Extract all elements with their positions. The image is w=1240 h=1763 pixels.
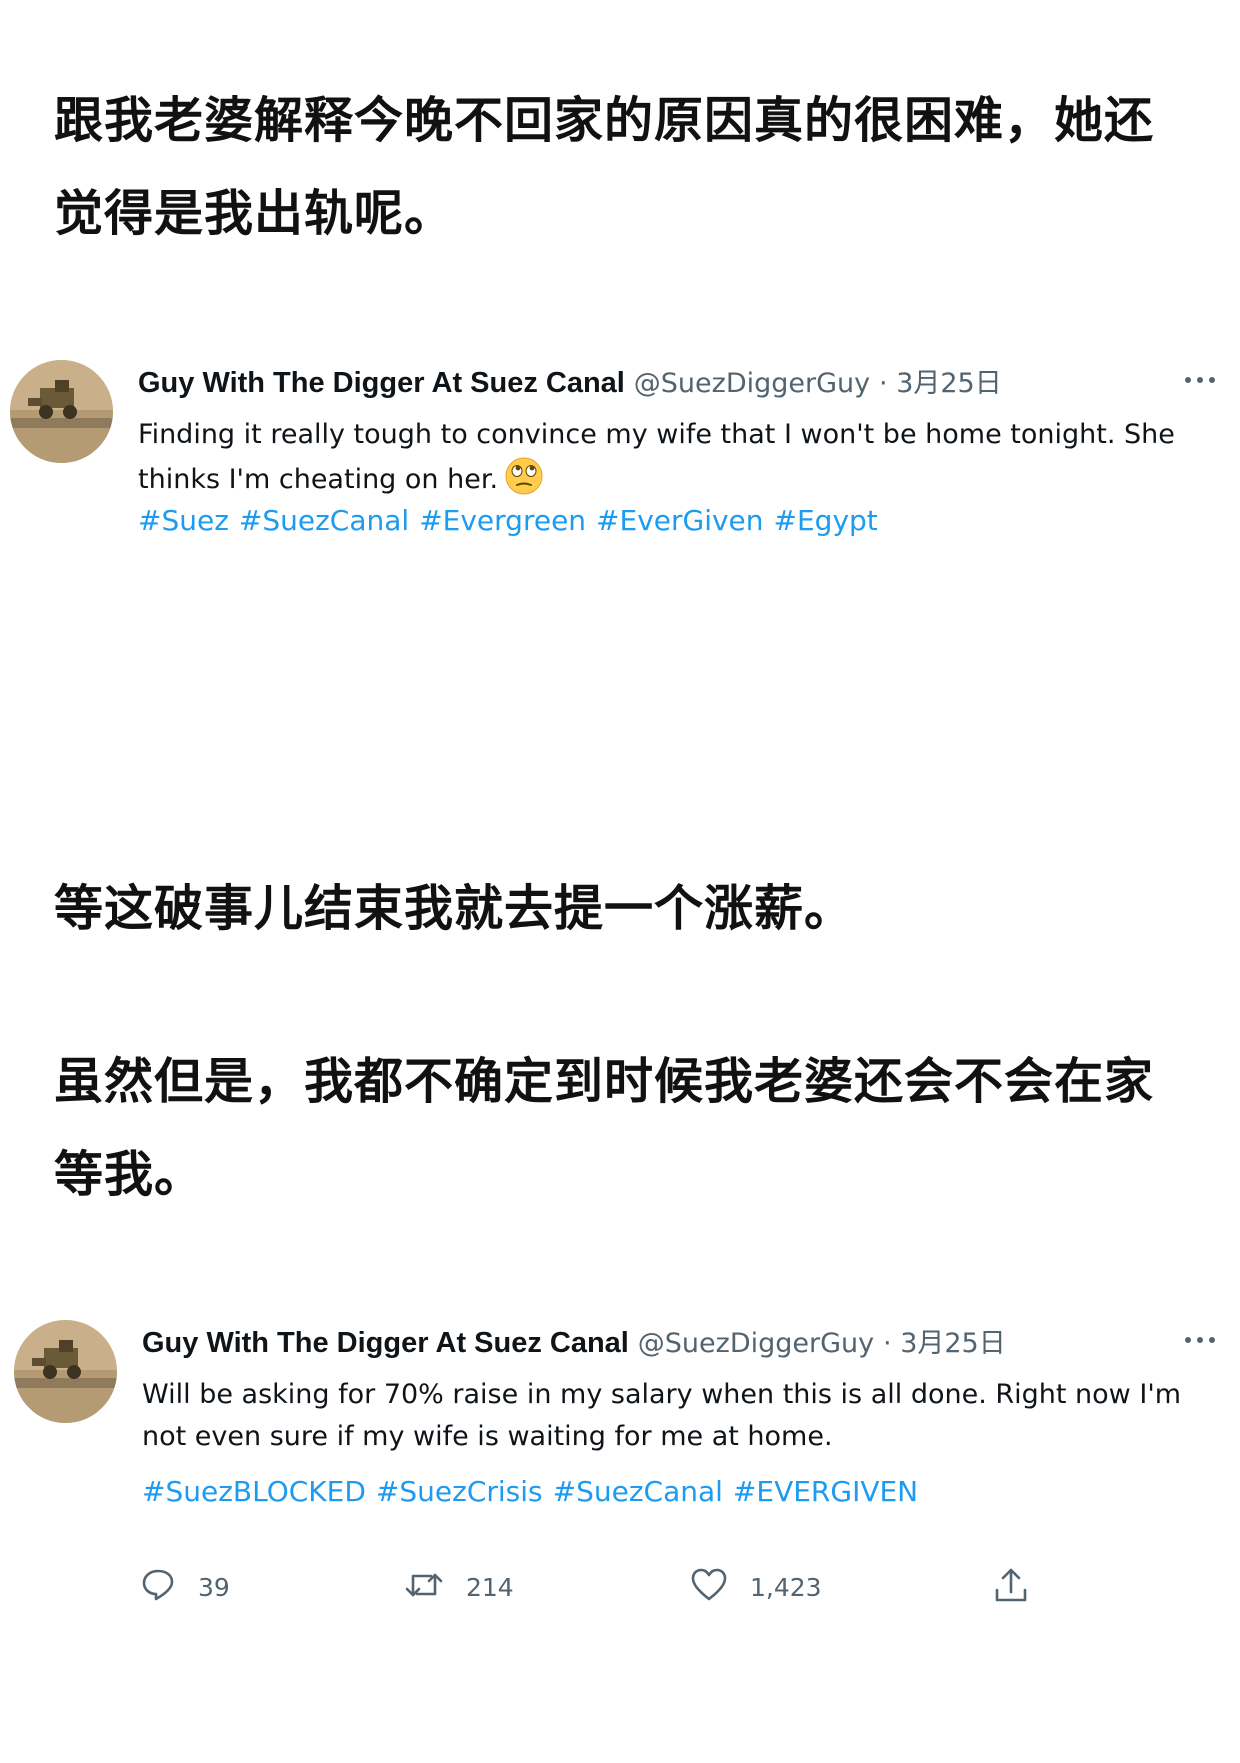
like-button[interactable]: 1,423 xyxy=(690,1562,822,1612)
hashtag-list: #SuezBLOCKED #SuezCrisis #SuezCanal #EVERGI… xyxy=(142,1472,928,1512)
hashtag-list: #Suez #SuezCanal #Evergreen #EverGiven #Egyp… xyxy=(138,501,888,541)
user-handle[interactable]: @SuezDiggerGuy xyxy=(638,1328,874,1359)
tweet-date[interactable]: · 3月25日 xyxy=(883,1328,1006,1359)
tweet-text: Will be asking for 70% raise in my salar… xyxy=(142,1374,1212,1458)
avatar[interactable] xyxy=(10,360,113,463)
like-count: 1,423 xyxy=(750,1572,822,1602)
retweet-icon xyxy=(404,1567,444,1607)
tweet-text-content: Finding it really tough to convince my w… xyxy=(138,419,1175,495)
more-options-icon[interactable] xyxy=(1180,1328,1220,1352)
share-button[interactable] xyxy=(993,1562,1029,1612)
hashtag-link[interactable]: #SuezCanal xyxy=(239,504,409,537)
hashtag-link[interactable]: #EVERGIVEN xyxy=(733,1475,918,1508)
hashtag-link[interactable]: #Egypt xyxy=(774,504,878,537)
tweet-2[interactable]: Guy With The Digger At Suez Canal @SuezD… xyxy=(14,1320,1224,1550)
tweet-action-bar: 39 214 1,423 xyxy=(140,1562,1040,1612)
tweet-text-content: Will be asking for 70% raise in my salar… xyxy=(142,1379,1182,1452)
share-icon xyxy=(993,1566,1029,1608)
display-name[interactable]: Guy With The Digger At Suez Canal xyxy=(142,1327,629,1359)
hashtag-link[interactable]: #Evergreen xyxy=(419,504,586,537)
tweet-date[interactable]: · 3月25日 xyxy=(879,368,1002,399)
heart-icon xyxy=(690,1567,728,1607)
reply-count: 39 xyxy=(198,1572,230,1602)
hashtag-link[interactable]: #Suez xyxy=(138,504,229,537)
caption-3: 虽然但是，我都不确定到时候我老婆还会不会在家等我。 xyxy=(54,1053,1155,1203)
tweet-text: Finding it really tough to convince my w… xyxy=(138,414,1198,509)
user-handle[interactable]: @SuezDiggerGuy xyxy=(634,368,870,399)
caption-1: 跟我老婆解释今晚不回家的原因真的很困难，她还觉得是我出轨呢。 xyxy=(54,92,1155,242)
hashtag-link[interactable]: #EverGiven xyxy=(596,504,763,537)
retweet-button[interactable]: 214 xyxy=(404,1562,514,1612)
tweet-header: Guy With The Digger At Suez Canal @SuezD… xyxy=(138,363,1002,404)
tweet-1[interactable]: Guy With The Digger At Suez Canal @SuezD… xyxy=(10,360,1220,590)
tweet-header: Guy With The Digger At Suez Canal @SuezD… xyxy=(142,1323,1006,1364)
hashtag-link[interactable]: #SuezBLOCKED xyxy=(142,1475,366,1508)
avatar[interactable] xyxy=(14,1320,117,1423)
retweet-count: 214 xyxy=(466,1572,514,1602)
caption-2: 等这破事儿结束我就去提一个涨薪。 xyxy=(54,880,855,937)
reply-icon xyxy=(140,1567,176,1607)
more-options-icon[interactable] xyxy=(1180,368,1220,392)
display-name[interactable]: Guy With The Digger At Suez Canal xyxy=(138,367,625,399)
hashtag-link[interactable]: #SuezCrisis xyxy=(376,1475,543,1508)
hashtag-link[interactable]: #SuezCanal xyxy=(553,1475,723,1508)
reply-button[interactable]: 39 xyxy=(140,1562,230,1612)
